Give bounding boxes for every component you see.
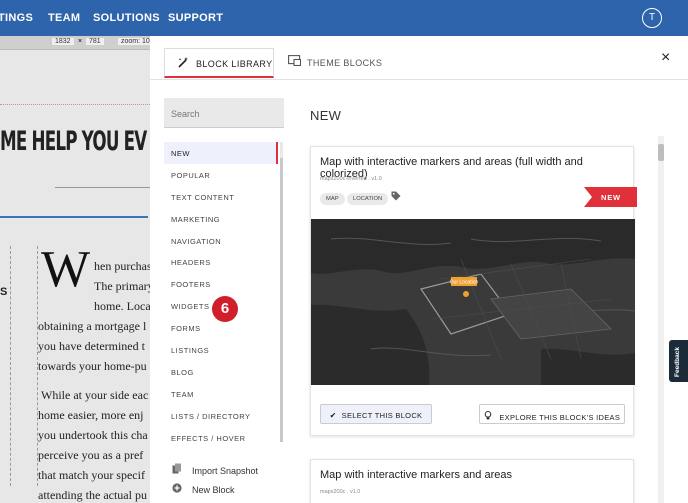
lightbulb-icon [484, 411, 495, 422]
category-blog[interactable]: BLOG [164, 361, 278, 383]
body-line: you undertook this cha [38, 428, 148, 442]
tab-theme-blocks[interactable]: THEME BLOCKS [288, 48, 388, 78]
top-navigation-bar: TINGS TEAM SOLUTIONS SUPPORT T [0, 0, 688, 36]
block-library-modal: BLOCK LIBRARY THEME BLOCKS × Search NEW … [150, 36, 688, 503]
content-scroll-thumb[interactable] [658, 144, 664, 161]
block-version: maps200c-inverted . v1.0 [320, 176, 382, 182]
import-snapshot-label: Import Snapshot [192, 466, 259, 476]
body-line: home. Loca [94, 299, 151, 313]
explore-ideas-button[interactable]: EXPLORE THIS BLOCK'S IDEAS [479, 404, 625, 424]
body-line: attending the actual pu [38, 488, 147, 502]
section-divider [0, 104, 160, 105]
plus-circle-icon [172, 483, 186, 496]
category-navigation[interactable]: NAVIGATION [164, 230, 278, 252]
user-avatar[interactable]: T [642, 8, 662, 28]
tag-icon [391, 191, 401, 204]
theme-blocks-icon [288, 55, 302, 69]
page-heading[interactable]: ME HELP YOU EV [0, 126, 147, 157]
magic-wand-icon [178, 56, 190, 71]
category-marketing[interactable]: MARKETING [164, 208, 278, 230]
close-icon[interactable]: × [661, 49, 670, 67]
selected-section-line [0, 216, 148, 218]
category-list: NEW POPULAR TEXT CONTENT MARKETING NAVIG… [164, 142, 278, 448]
body-line: home easier, more enj [38, 408, 144, 422]
explore-ideas-label: EXPLORE THIS BLOCK'S IDEAS [499, 413, 621, 422]
block-card[interactable]: Map with interactive markers and areas (… [310, 146, 637, 436]
dimension-ruler: 1832 × 781 zoom: 10 [0, 36, 160, 50]
map-preview: Our Location [311, 219, 636, 385]
nav-item-support[interactable]: SUPPORT [168, 12, 223, 24]
ruler-height: 781 [86, 38, 104, 45]
background-page-canvas: 1832 × 781 zoom: 10 ME HELP YOU EV S W h… [0, 36, 160, 503]
import-snapshot-button[interactable]: Import Snapshot [172, 463, 258, 477]
search-input[interactable]: Search [164, 98, 284, 128]
category-scroll-thumb[interactable] [280, 158, 283, 442]
tab-label: THEME BLOCKS [307, 58, 383, 68]
tab-block-library[interactable]: BLOCK LIBRARY [164, 48, 274, 78]
tag-map[interactable]: MAP [320, 193, 345, 205]
body-line: The primary [94, 279, 154, 293]
body-line: perceive you as a pref [38, 448, 144, 462]
category-new[interactable]: NEW [164, 142, 278, 164]
select-block-label: SELECT THIS BLOCK [341, 411, 423, 420]
feedback-label: Feedback [674, 347, 681, 377]
block-title: Map with interactive markers and areas [320, 469, 512, 481]
feedback-tab[interactable]: Feedback [669, 340, 688, 382]
new-block-label: New Block [192, 485, 235, 495]
tab-label: BLOCK LIBRARY [196, 59, 273, 69]
ruler-zoom: zoom: 10 [118, 38, 153, 45]
content-scrollbar[interactable] [658, 136, 664, 503]
copy-icon [172, 463, 186, 477]
ruler-width: 1832 [52, 38, 74, 45]
heading-underline [55, 187, 160, 188]
new-ribbon: NEW [584, 187, 637, 207]
map-marker-label: Our Location [450, 280, 479, 286]
check-icon: ✔ [329, 411, 337, 420]
category-footers[interactable]: FOOTERS [164, 273, 278, 295]
ruler-times: × [78, 38, 83, 45]
new-block-button[interactable]: New Block [172, 483, 235, 496]
category-popular[interactable]: POPULAR [164, 164, 278, 186]
block-card[interactable]: Map with interactive markers and areas m… [310, 459, 634, 503]
category-effects-hover[interactable]: EFFECTS / HOVER [164, 427, 278, 449]
block-version: maps200c . v1.0 [320, 489, 361, 495]
body-line: that match your specif [38, 468, 145, 482]
category-team[interactable]: TEAM [164, 383, 278, 405]
nav-item-team[interactable]: TEAM [48, 12, 80, 24]
body-line: obtaining a mortgage l [38, 319, 147, 333]
tag-location[interactable]: LOCATION [347, 193, 389, 205]
body-line: you have determined t [38, 339, 145, 353]
category-headers[interactable]: HEADERS [164, 251, 278, 273]
step-number-badge: 6 [212, 296, 238, 322]
column-frame-left [10, 246, 11, 486]
select-block-button[interactable]: ✔ SELECT THIS BLOCK [320, 404, 432, 424]
panel-title: NEW [310, 108, 342, 123]
nav-item-settings[interactable]: TINGS [0, 12, 33, 24]
nav-item-solutions[interactable]: SOLUTIONS [93, 12, 160, 24]
drop-cap: W [41, 241, 91, 298]
body-line: While at your side eac [41, 388, 149, 402]
category-listings[interactable]: LISTINGS [164, 339, 278, 361]
body-line: towards your home-pu [38, 359, 147, 373]
modal-tab-bar: BLOCK LIBRARY THEME BLOCKS [150, 36, 688, 80]
category-text-content[interactable]: TEXT CONTENT [164, 186, 278, 208]
side-text: S [0, 286, 8, 298]
body-line: hen purchas [94, 259, 152, 273]
category-lists-directory[interactable]: LISTS / DIRECTORY [164, 405, 278, 427]
